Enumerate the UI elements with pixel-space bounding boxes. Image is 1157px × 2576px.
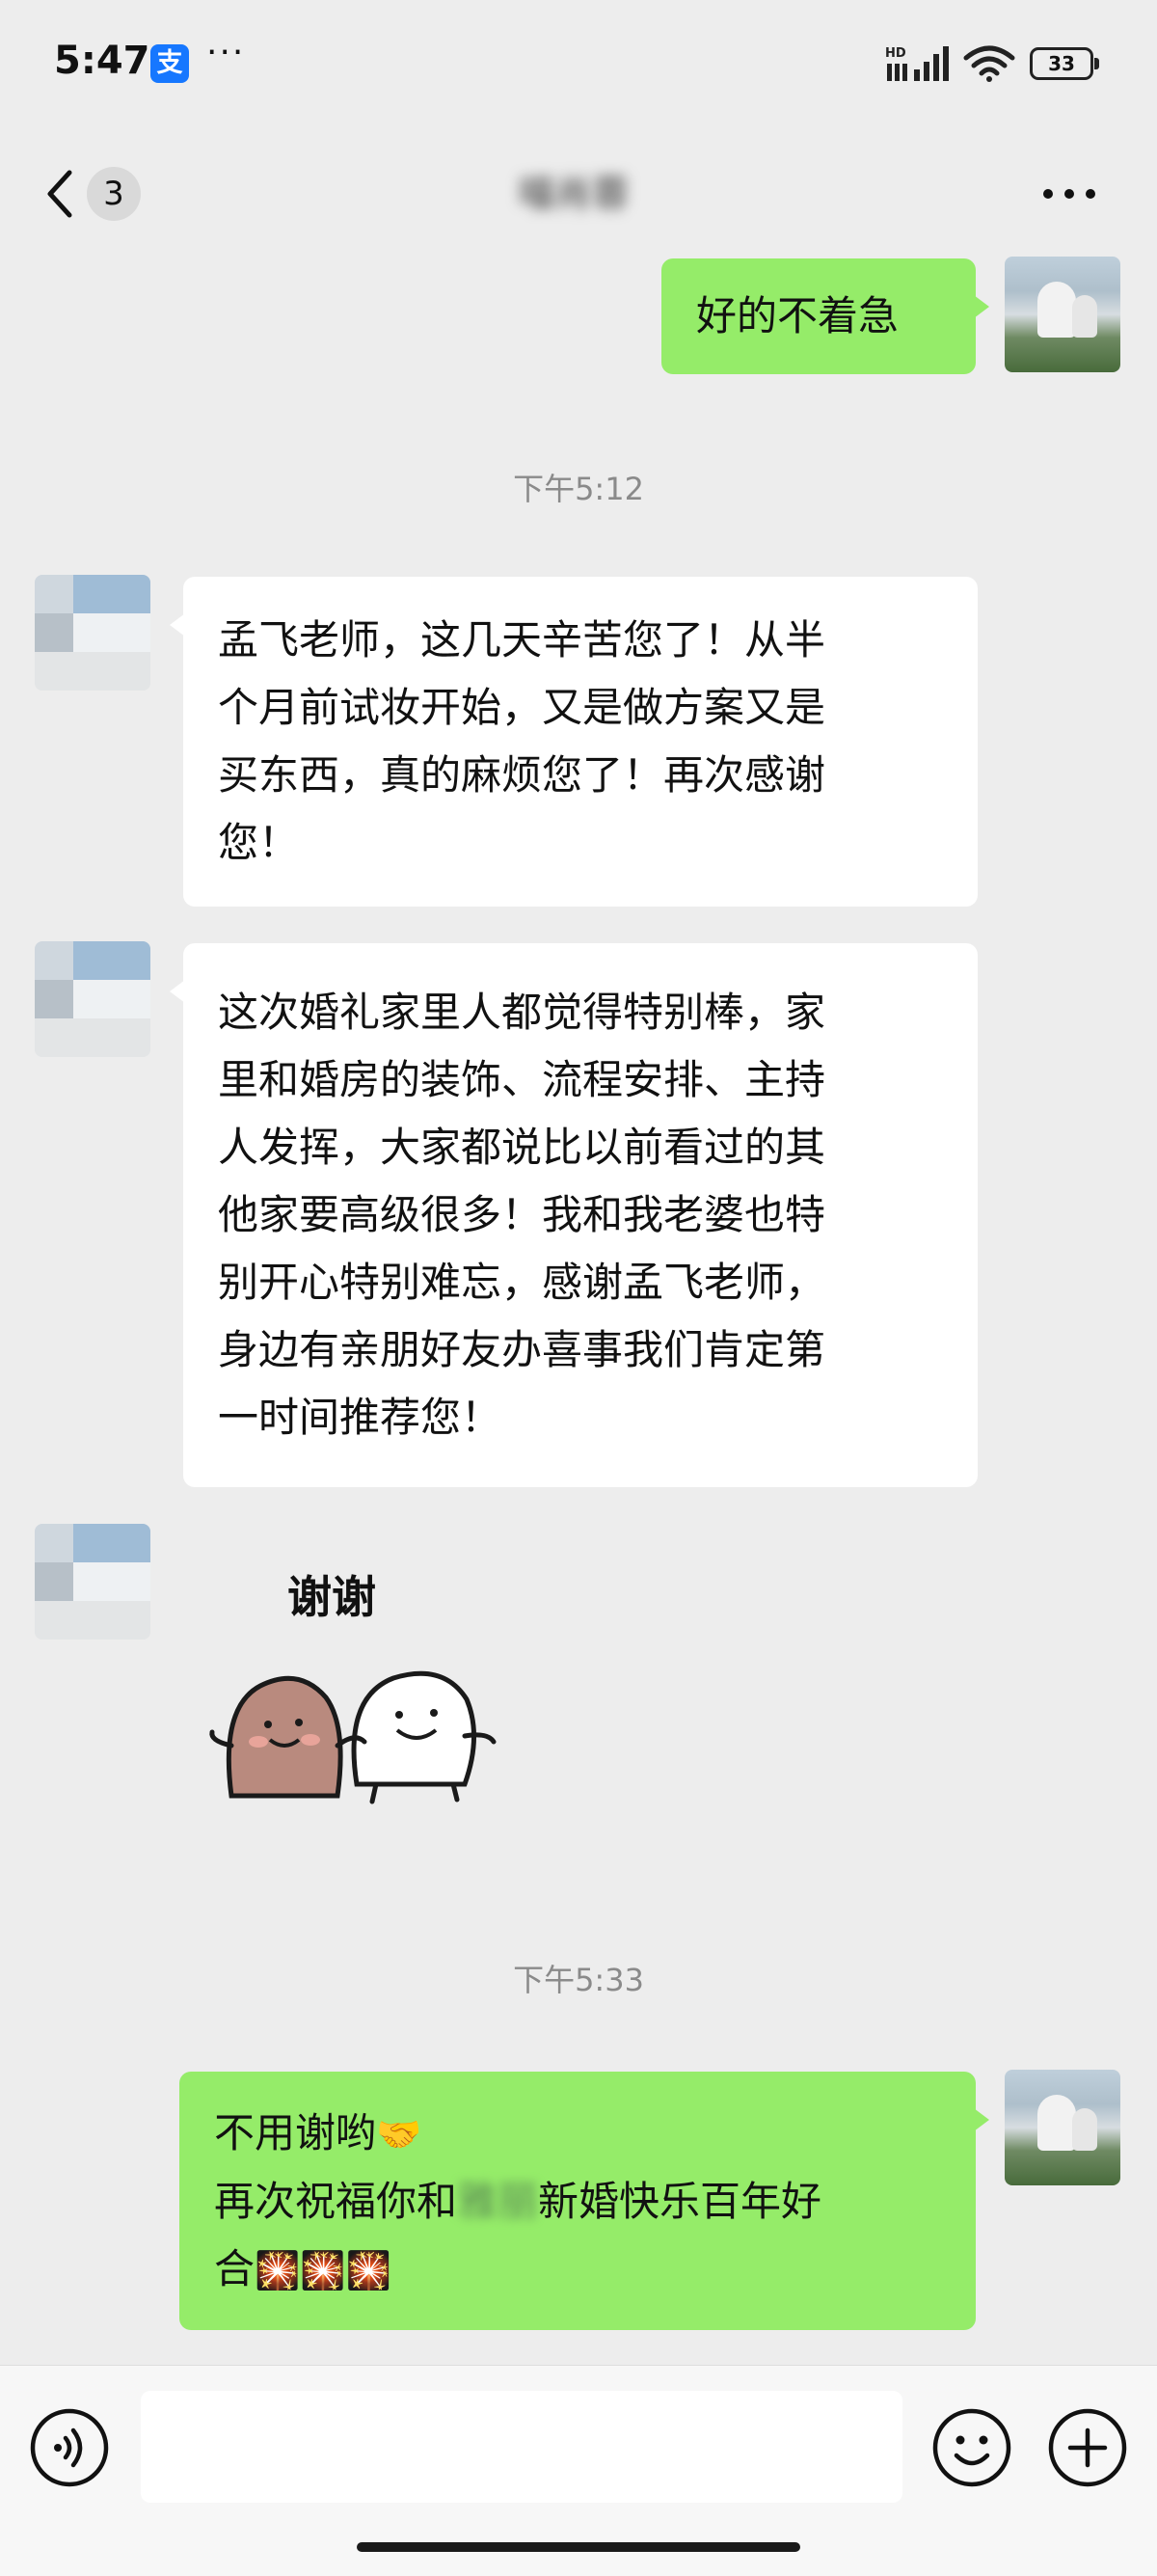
message-text-line: 别开心特别难忘，感谢孟飞老师，: [218, 1259, 826, 1306]
timestamp: 下午5:33: [513, 1962, 644, 1998]
signal-icon: HD: [885, 46, 949, 81]
status-bar: 5:47 支 ··· HD 33: [0, 0, 1157, 135]
chat-header: 3 喵肖蓉: [0, 135, 1157, 255]
battery-level: 33: [1048, 52, 1075, 75]
voice-icon: [30, 2408, 109, 2487]
message-bubble-received[interactable]: 这次婚礼家里人都觉得特别棒，家 里和婚房的装饰、流程安排、主持 人发挥，大家都说…: [170, 943, 978, 1487]
message-text-line: 再次祝福你和雅丽新婚快乐百年好: [214, 2168, 941, 2236]
message-text-line: 里和婚房的装饰、流程安排、主持: [218, 1056, 826, 1103]
wifi-icon: [963, 45, 1015, 82]
message-text-line: 合🎇🎇🎇: [214, 2236, 941, 2304]
timestamp: 下午5:12: [513, 471, 644, 507]
message-input[interactable]: [141, 2391, 902, 2503]
contact-avatar[interactable]: [35, 1524, 150, 1640]
message-text-line: 人发挥，大家都说比以前看过的其: [218, 1124, 826, 1171]
handshake-emoji-icon: 🤝: [376, 2113, 422, 2156]
emoji-button[interactable]: [931, 2407, 1012, 2488]
alipay-notification-icon: 支: [150, 44, 189, 83]
my-avatar[interactable]: [1005, 2070, 1120, 2185]
message-text-line: 一时间推荐您！: [218, 1394, 502, 1441]
hd-label: HD: [885, 46, 906, 61]
message-text-line: 不用谢哟🤝: [214, 2100, 941, 2168]
unread-count-badge: 3: [87, 167, 141, 221]
message-text-line: 个月前试妆开始，又是做方案又是: [218, 684, 826, 731]
more-button[interactable]: [1036, 160, 1103, 228]
message-bubble-sent[interactable]: 不用谢哟🤝 再次祝福你和雅丽新婚快乐百年好 合🎇🎇🎇: [179, 2072, 989, 2330]
message-text: 合: [214, 2245, 256, 2292]
message-text: 好的不着急: [696, 292, 900, 339]
message-text-line: 身边有亲朋好友办喜事我们肯定第: [218, 1326, 826, 1373]
status-icons: HD 33: [885, 42, 1099, 85]
contact-avatar[interactable]: [35, 575, 150, 691]
fireworks-emoji-icon: 🎇: [300, 2249, 346, 2291]
message-text-line: 他家要高级很多！我和我老婆也特: [218, 1191, 826, 1238]
voice-button[interactable]: [29, 2407, 110, 2488]
home-indicator[interactable]: [357, 2542, 800, 2552]
sticker-text: 谢谢: [287, 1571, 376, 1623]
fireworks-emoji-icon: 🎇: [345, 2249, 391, 2291]
contact-avatar[interactable]: [35, 941, 150, 1057]
plus-icon: [1048, 2408, 1127, 2487]
more-functions-button[interactable]: [1047, 2407, 1128, 2488]
smiley-icon: [932, 2408, 1011, 2487]
message-text: 不用谢哟: [214, 2109, 377, 2156]
fireworks-emoji-icon: 🎇: [255, 2249, 301, 2291]
message-text: 新婚快乐百年好: [538, 2178, 822, 2225]
my-avatar[interactable]: [1005, 257, 1120, 372]
more-notifications-icon: ···: [206, 33, 246, 72]
status-time: 5:47: [54, 39, 150, 83]
message-text-line: 买东西，真的麻烦您了！再次感谢: [218, 751, 826, 799]
more-dots-icon: [1043, 189, 1095, 199]
chevron-left-icon: [47, 170, 72, 218]
chat-title: 喵肖蓉: [518, 173, 629, 215]
message-text-line: 这次婚礼家里人都觉得特别棒，家: [218, 989, 826, 1036]
message-bubble-received[interactable]: 孟飞老师，这几天辛苦您了！从半 个月前试妆开始，又是做方案又是 买东西，真的麻烦…: [170, 577, 978, 907]
redacted-name: 雅丽: [457, 2178, 539, 2225]
back-button[interactable]: 3: [42, 160, 158, 228]
thanks-sticker[interactable]: 谢谢: [193, 1543, 540, 1832]
battery-icon: 33: [1030, 47, 1099, 80]
message-text-line: 孟飞老师，这几天辛苦您了！从半: [218, 616, 826, 664]
message-bubble-sent[interactable]: 好的不着急: [661, 258, 989, 374]
message-text-line: 您！: [218, 819, 300, 866]
message-text: 再次祝福你和: [214, 2178, 458, 2225]
